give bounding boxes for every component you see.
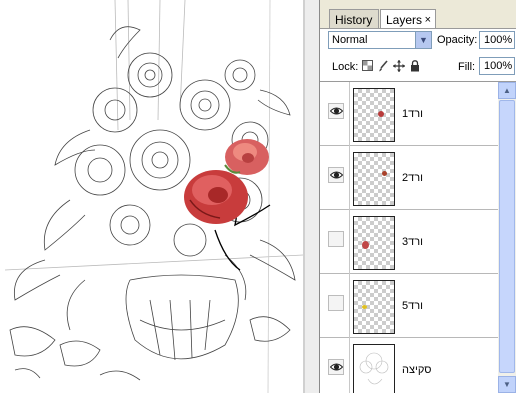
layer-thumbnail: [353, 152, 395, 206]
sketch-thumbnail: [359, 352, 389, 385]
eye-icon: [330, 171, 343, 179]
canvas-divider: [303, 0, 305, 393]
layer-row[interactable]: סקיצה: [320, 338, 498, 393]
layer-thumbnail: [353, 216, 395, 270]
layer-name[interactable]: ורד1: [402, 108, 423, 120]
flower-sketch-artwork: [4, 0, 303, 393]
arrow-down-icon[interactable]: ▼: [498, 376, 516, 393]
tab-layers[interactable]: Layers ×: [380, 9, 436, 29]
scrollbar-thumb[interactable]: [499, 100, 515, 373]
fill-input[interactable]: 100%: [479, 57, 515, 75]
lock-transparent-icon[interactable]: [361, 60, 373, 72]
layer-visibility-toggle[interactable]: [328, 167, 344, 183]
opacity-label: Opacity:: [437, 34, 478, 46]
document-canvas[interactable]: [0, 0, 303, 393]
row-divider: [349, 338, 350, 393]
lock-move-icon[interactable]: [393, 60, 405, 72]
layers-list: ורד1 ורד2 ורד3 ורד5 סקיצה: [320, 82, 498, 393]
thumb-rose-mark: [362, 241, 369, 249]
lock-all-icon[interactable]: [409, 60, 421, 72]
thumb-mark: [362, 305, 367, 309]
row-divider: [349, 82, 350, 146]
layer-thumbnail: [353, 280, 395, 334]
layer-row[interactable]: ורד3: [320, 210, 498, 274]
layer-visibility-toggle[interactable]: [328, 295, 344, 311]
arrow-up-icon[interactable]: ▲: [498, 82, 516, 99]
layer-name[interactable]: ורד2: [402, 172, 423, 184]
layers-scrollbar[interactable]: ▲ ▼: [498, 82, 516, 393]
lock-label: Lock:: [332, 61, 359, 73]
row-divider: [349, 146, 350, 210]
lock-brush-icon[interactable]: [377, 60, 389, 72]
eye-icon: [330, 107, 343, 115]
layer-visibility-toggle[interactable]: [328, 103, 344, 119]
layer-row[interactable]: ורד1: [320, 82, 498, 146]
layers-panel: History Layers × Normal ▼ Opacity: 100% …: [319, 0, 516, 393]
fill-label: Fill:: [458, 61, 476, 73]
row-divider: [349, 274, 350, 338]
close-icon[interactable]: ×: [425, 10, 431, 30]
tab-history-label: History: [335, 13, 373, 27]
chevron-down-icon[interactable]: ▼: [415, 32, 431, 48]
opacity-input[interactable]: 100%: [479, 31, 515, 49]
blend-mode-value: Normal: [332, 34, 368, 46]
blend-mode-select[interactable]: Normal ▼: [328, 31, 432, 49]
layer-row[interactable]: ורד2: [320, 146, 498, 210]
thumb-rose-mark: [378, 111, 384, 117]
layer-row[interactable]: ורד5: [320, 274, 498, 338]
layer-thumbnail: [353, 88, 395, 142]
tab-layers-label: Layers: [386, 13, 423, 27]
canvas-gutter: [303, 0, 319, 393]
layer-name[interactable]: ורד3: [402, 236, 423, 248]
layer-thumbnail: [353, 344, 395, 393]
layer-visibility-toggle[interactable]: [328, 231, 344, 247]
layer-name[interactable]: סקיצה: [402, 364, 432, 376]
panel-tabs: History Layers ×: [320, 0, 516, 30]
layer-options-bar: Normal ▼ Opacity: 100% Lock: Fill: 100%: [320, 29, 516, 82]
eye-icon: [330, 363, 343, 371]
layer-name[interactable]: ורד5: [402, 300, 423, 312]
row-divider: [349, 210, 350, 274]
painted-rose-small: [224, 139, 269, 175]
layer-visibility-toggle[interactable]: [328, 359, 344, 375]
painted-rose-large: [184, 170, 248, 224]
tab-history[interactable]: History: [329, 9, 379, 29]
thumb-rose-mark: [382, 171, 387, 176]
